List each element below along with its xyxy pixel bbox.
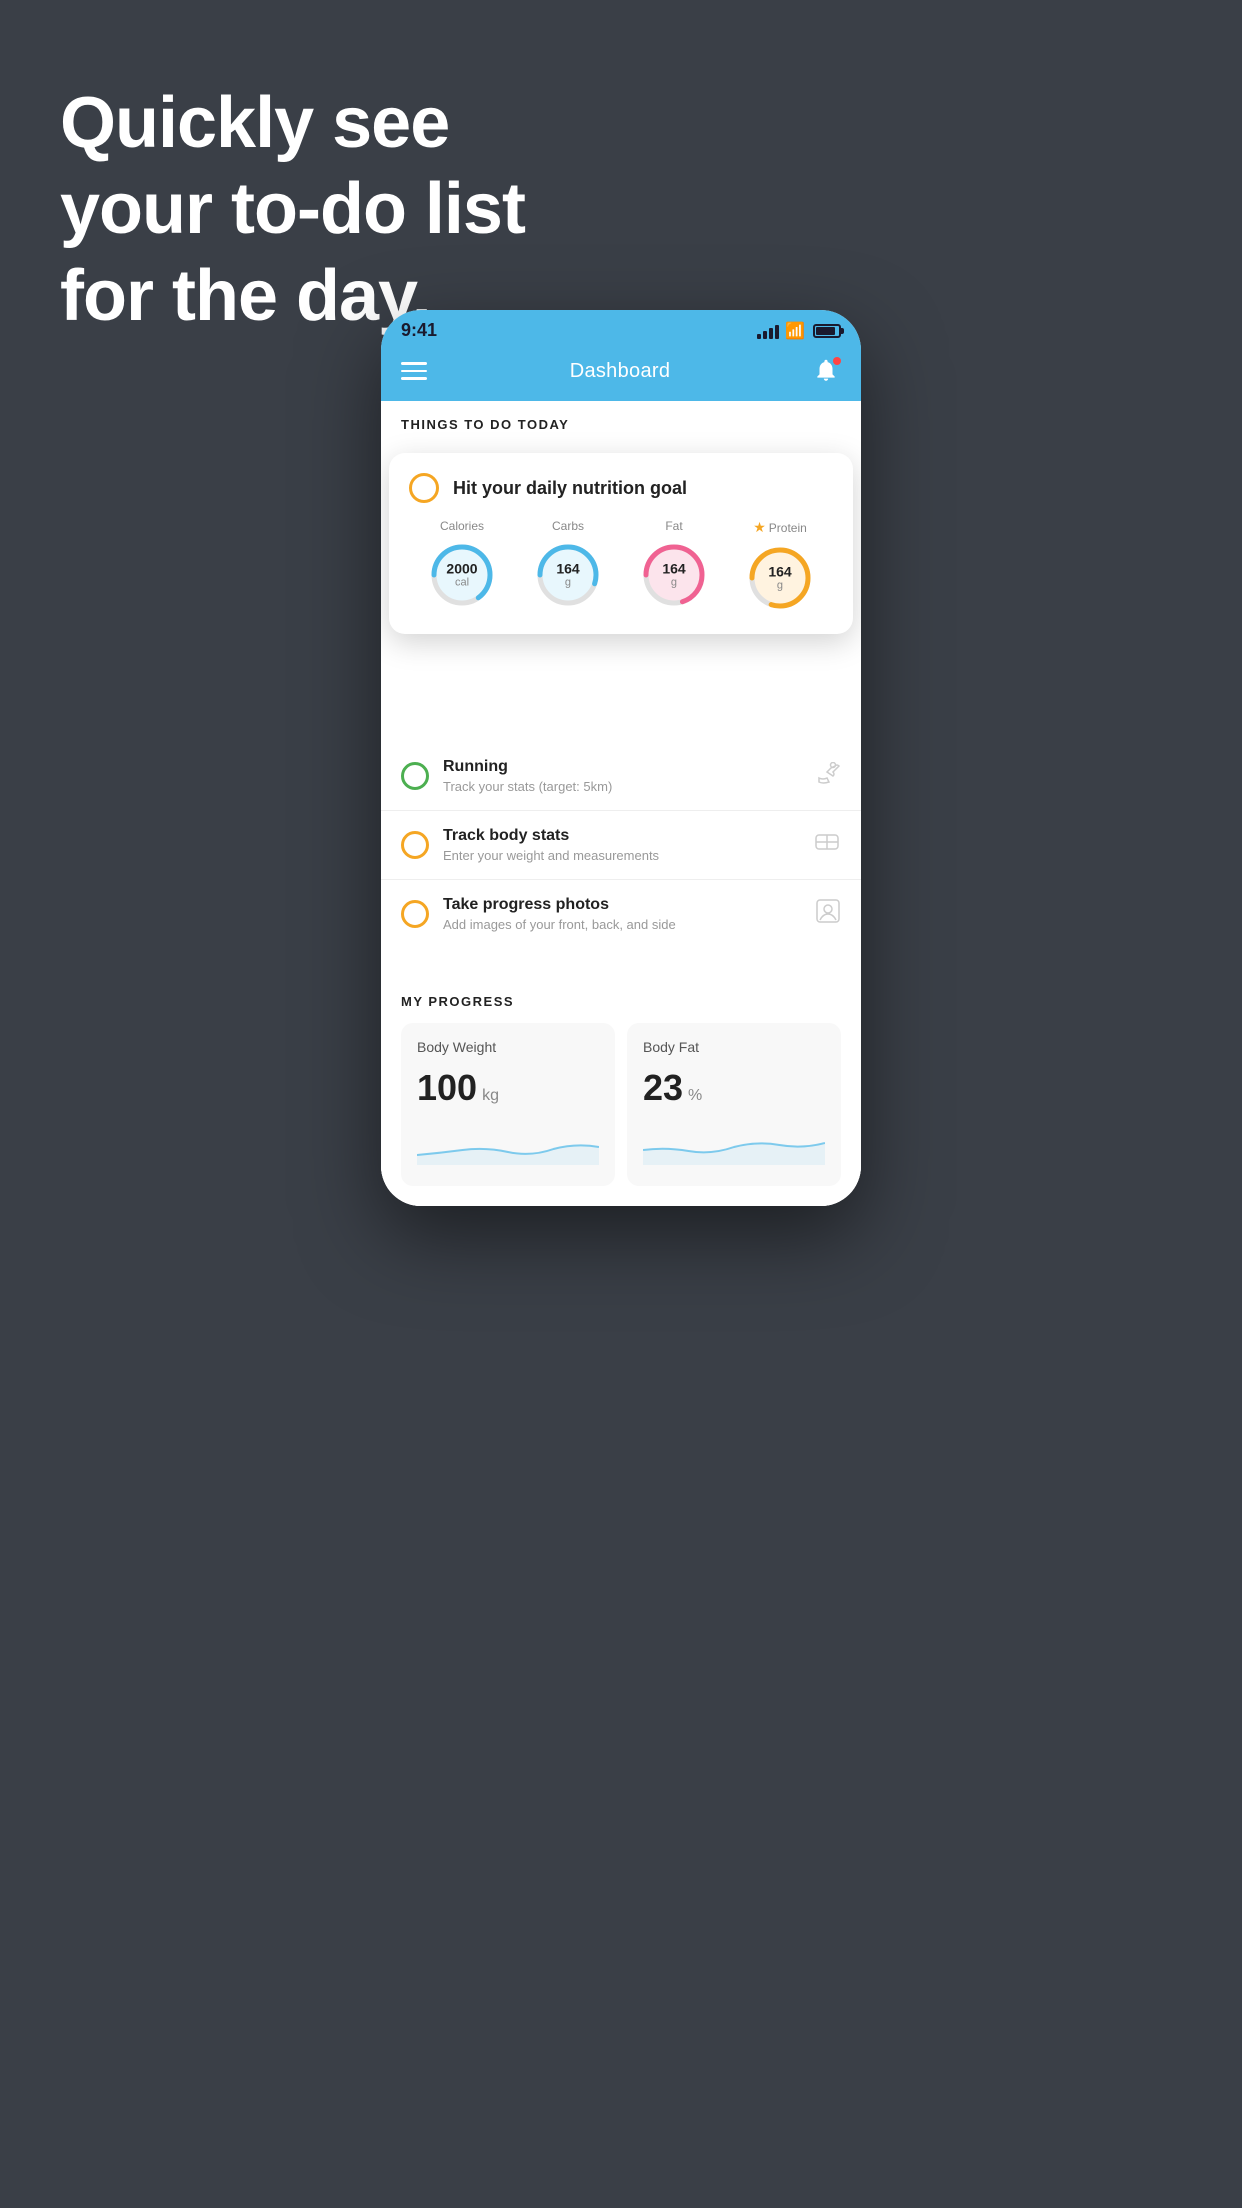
body-fat-title: Body Fat — [643, 1039, 825, 1055]
progress-cards: Body Weight 100 kg Body Fat 2 — [401, 1023, 841, 1206]
running-subtitle: Track your stats (target: 5km) — [443, 779, 799, 794]
nutrition-circle-calories: 2000 cal — [426, 539, 498, 611]
nutrition-row: Calories 2000 cal Carbs 164 g Fat — [409, 519, 833, 614]
photos-subtitle: Add images of your front, back, and side — [443, 917, 801, 932]
nutrition-item-calories: Calories 2000 cal — [426, 519, 498, 611]
nutrition-unit-carbs: g — [556, 577, 579, 589]
body-stats-check[interactable] — [401, 831, 429, 859]
nutrition-circle-carbs: 164 g — [532, 539, 604, 611]
photos-text: Take progress photos Add images of your … — [443, 896, 801, 932]
nutrition-unit-fat: g — [662, 577, 685, 589]
menu-button[interactable] — [401, 362, 427, 380]
body-fat-value-row: 23 % — [643, 1067, 825, 1109]
status-time: 9:41 — [401, 320, 437, 341]
body-weight-number: 100 — [417, 1067, 477, 1109]
body-stats-title: Track body stats — [443, 827, 799, 845]
body-weight-unit: kg — [482, 1087, 499, 1105]
app-content: THINGS TO DO TODAY Hit your daily nutrit… — [381, 401, 861, 1206]
notification-button[interactable] — [813, 357, 841, 385]
nutrition-label-protein: Protein — [769, 521, 807, 535]
battery-icon — [813, 324, 841, 338]
headline-line2: your to-do list — [60, 166, 525, 252]
body-fat-chart — [643, 1125, 825, 1165]
photos-title: Take progress photos — [443, 896, 801, 914]
body-weight-title: Body Weight — [417, 1039, 599, 1055]
photos-check[interactable] — [401, 900, 429, 928]
nutrition-label-fat: Fat — [665, 519, 682, 533]
body-weight-value-row: 100 kg — [417, 1067, 599, 1109]
nutrition-value-carbs: 164 — [556, 561, 579, 576]
todo-item-photos[interactable]: Take progress photos Add images of your … — [381, 880, 861, 948]
status-bar: 9:41 📶 — [381, 310, 861, 347]
nutrition-unit-protein: g — [768, 580, 791, 592]
body-weight-chart — [417, 1125, 599, 1165]
nutrition-card-header: Hit your daily nutrition goal — [409, 473, 833, 503]
content-spacer — [381, 948, 861, 978]
notification-dot — [833, 357, 841, 365]
header-title: Dashboard — [570, 360, 671, 383]
status-icons: 📶 — [757, 321, 841, 341]
phone-mockup: 9:41 📶 Dashboard — [381, 310, 861, 1206]
phone-screen: 9:41 📶 Dashboard — [381, 310, 861, 1206]
todo-item-body-stats[interactable]: Track body stats Enter your weight and m… — [381, 811, 861, 880]
nutrition-label-carbs: Carbs — [552, 519, 584, 533]
progress-section-header: MY PROGRESS — [401, 994, 841, 1009]
nutrition-item-fat: Fat 164 g — [638, 519, 710, 611]
photos-icon — [815, 898, 841, 930]
nutrition-card-title: Hit your daily nutrition goal — [453, 478, 687, 499]
nutrition-value-calories: 2000 — [446, 561, 477, 576]
body-stats-icon — [813, 831, 841, 859]
body-weight-card[interactable]: Body Weight 100 kg — [401, 1023, 615, 1186]
signal-icon — [757, 323, 779, 339]
body-fat-number: 23 — [643, 1067, 683, 1109]
wifi-icon: 📶 — [785, 321, 805, 341]
nutrition-value-fat: 164 — [662, 561, 685, 576]
body-fat-card[interactable]: Body Fat 23 % — [627, 1023, 841, 1186]
running-check[interactable] — [401, 762, 429, 790]
nutrition-item-protein: ★Protein 164 g — [744, 519, 816, 614]
nutrition-value-protein: 164 — [768, 564, 791, 579]
headline-line1: Quickly see — [60, 80, 525, 166]
nutrition-check-circle[interactable] — [409, 473, 439, 503]
headline: Quickly see your to-do list for the day. — [60, 80, 525, 339]
running-title: Running — [443, 758, 799, 776]
app-header: Dashboard — [381, 347, 861, 401]
things-to-do-header: THINGS TO DO TODAY — [381, 401, 861, 442]
nutrition-unit-calories: cal — [446, 577, 477, 589]
body-fat-unit: % — [688, 1087, 702, 1105]
todo-item-running[interactable]: Running Track your stats (target: 5km) — [381, 742, 861, 811]
nutrition-label-calories: Calories — [440, 519, 484, 533]
my-progress-section: MY PROGRESS Body Weight 100 kg — [381, 978, 861, 1206]
nutrition-circle-fat: 164 g — [638, 539, 710, 611]
star-icon: ★ — [753, 519, 766, 536]
running-text: Running Track your stats (target: 5km) — [443, 758, 799, 794]
nutrition-card: Hit your daily nutrition goal Calories 2… — [389, 453, 853, 634]
nutrition-item-carbs: Carbs 164 g — [532, 519, 604, 611]
running-icon — [813, 762, 841, 790]
nutrition-circle-protein: 164 g — [744, 542, 816, 614]
body-stats-subtitle: Enter your weight and measurements — [443, 848, 799, 863]
body-stats-text: Track body stats Enter your weight and m… — [443, 827, 799, 863]
